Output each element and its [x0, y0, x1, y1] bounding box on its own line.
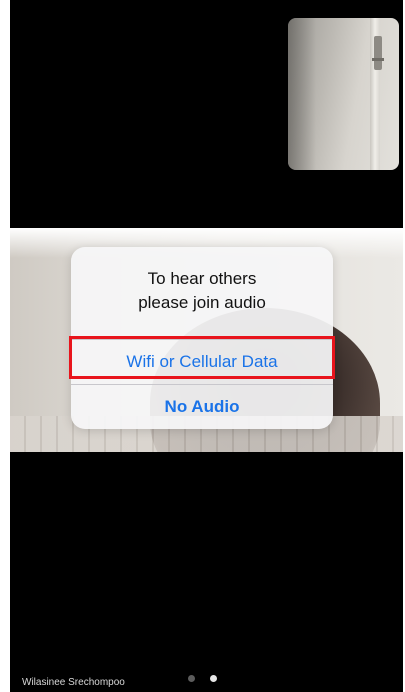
wifi-or-cellular-data-button[interactable]: Wifi or Cellular Data: [71, 340, 333, 384]
self-video-thumbnail[interactable]: [288, 18, 399, 170]
no-audio-button[interactable]: No Audio: [71, 385, 333, 429]
dialog-title: To hear others please join audio: [138, 269, 266, 312]
self-video-door-hinge: [374, 36, 382, 70]
self-video-wall-shadow: [288, 18, 316, 170]
page-indicator[interactable]: [0, 669, 405, 682]
join-audio-dialog: To hear others please join audio Wifi or…: [71, 247, 333, 429]
page-dot-2[interactable]: [209, 675, 217, 682]
self-video-door-hinge-pin: [372, 58, 384, 61]
